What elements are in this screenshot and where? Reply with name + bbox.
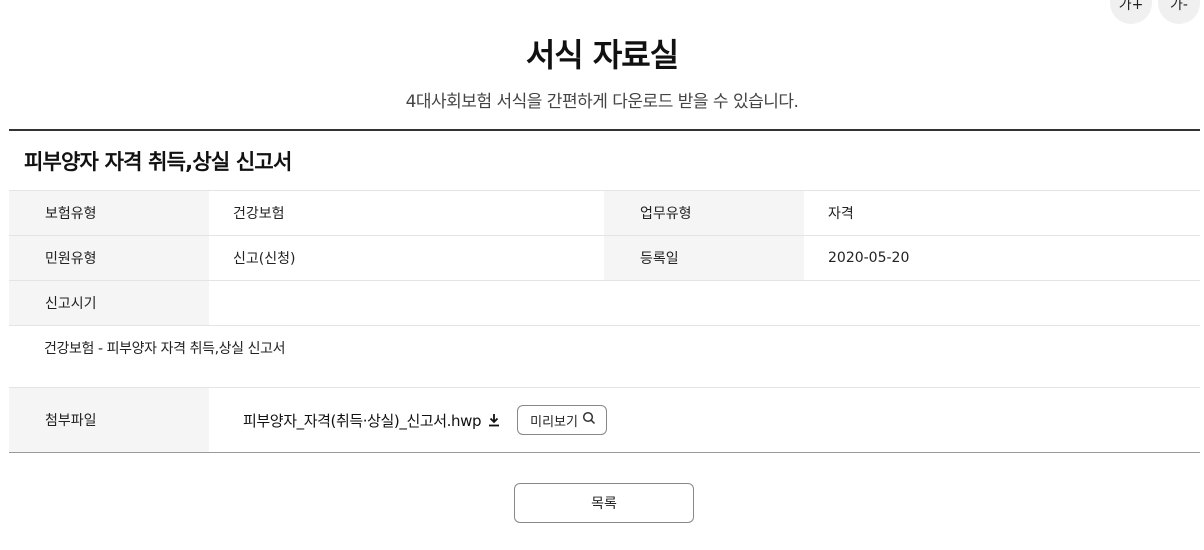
font-size-controls: 가+ 가- xyxy=(1110,0,1200,24)
attachment-cell: 피부양자_자격(취득·상실)_신고서.hwp 미리보기 xyxy=(209,388,1200,452)
civil-type-label: 민원유형 xyxy=(9,236,209,280)
page-title: 서식 자료실 xyxy=(525,36,679,74)
reg-date-value: 2020-05-20 xyxy=(828,250,910,266)
document-detail-table: 피부양자 자격 취득,상실 신고서 보험유형 건강보험 업무유형 자격 민원유형… xyxy=(9,129,1200,453)
reg-date-label: 등록일 xyxy=(604,236,804,280)
search-icon xyxy=(582,411,596,429)
insurance-type-label: 보험유형 xyxy=(9,191,209,235)
preview-button-label: 미리보기 xyxy=(530,414,578,430)
font-decrease-button[interactable]: 가- xyxy=(1158,0,1200,24)
insurance-type-value: 건강보험 xyxy=(233,206,285,222)
report-period-label: 신고시기 xyxy=(9,281,209,325)
work-type-value: 자격 xyxy=(828,206,854,222)
attachment-download-link[interactable]: 피부양자_자격(취득·상실)_신고서.hwp xyxy=(243,410,482,431)
info-row: 보험유형 건강보험 업무유형 자격 xyxy=(9,191,1200,236)
report-period-value xyxy=(209,281,1200,325)
list-button[interactable]: 목록 xyxy=(514,483,694,523)
preview-button[interactable]: 미리보기 xyxy=(517,405,607,435)
attachment-row: 첨부파일 피부양자_자격(취득·상실)_신고서.hwp 미리보기 xyxy=(9,388,1200,452)
info-row: 신고시기 xyxy=(9,281,1200,326)
font-increase-button[interactable]: 가+ xyxy=(1110,0,1152,24)
document-description: 건강보험 - 피부양자 자격 취득,상실 신고서 xyxy=(9,326,1200,388)
info-row: 민원유형 신고(신청) 등록일 2020-05-20 xyxy=(9,236,1200,281)
document-title: 피부양자 자격 취득,상실 신고서 xyxy=(9,131,1200,191)
work-type-label: 업무유형 xyxy=(604,191,804,235)
page-subtitle: 4대사회보험 서식을 간편하게 다운로드 받을 수 있습니다. xyxy=(405,92,799,112)
download-icon[interactable] xyxy=(487,413,501,427)
civil-type-value: 신고(신청) xyxy=(233,251,296,267)
attachment-label: 첨부파일 xyxy=(9,388,209,452)
